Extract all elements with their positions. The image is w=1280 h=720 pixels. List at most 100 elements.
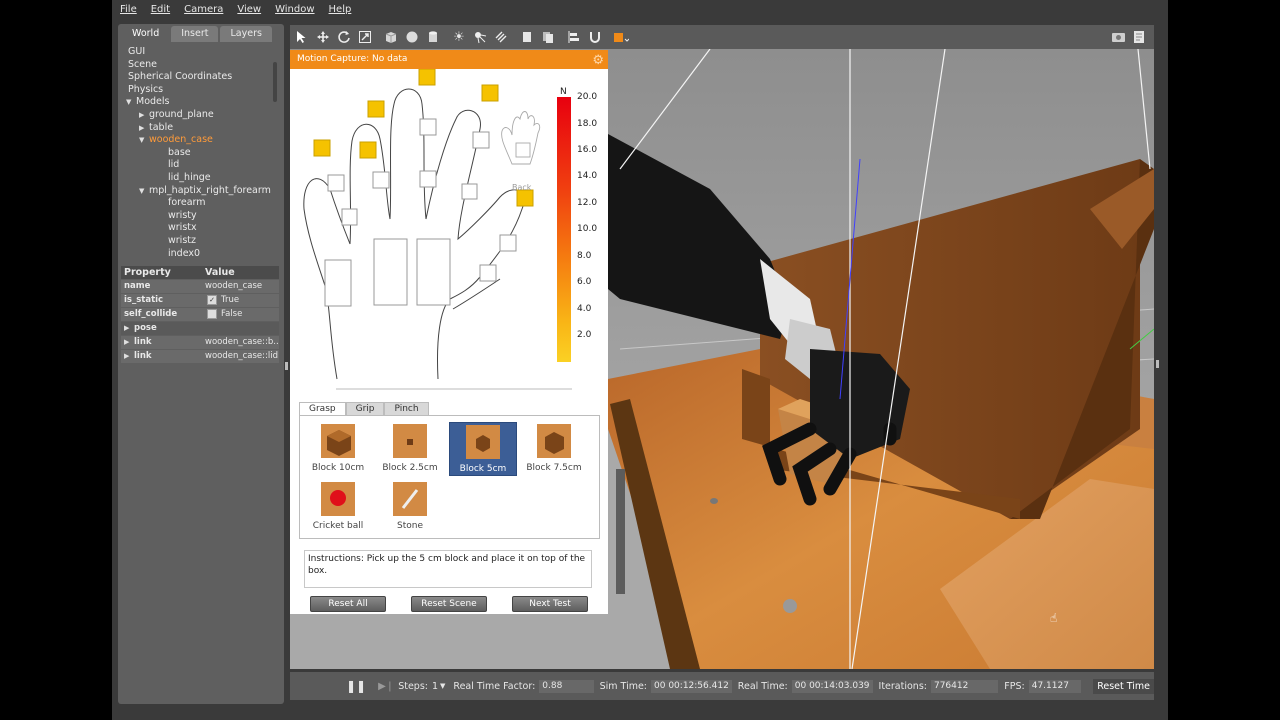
tree-item[interactable]: lid_hinge xyxy=(152,172,211,184)
tree-item[interactable]: ▼ Models xyxy=(126,96,169,108)
tree-item[interactable]: base xyxy=(152,147,191,159)
menu-view[interactable]: View xyxy=(229,4,267,15)
tab-insert[interactable]: Insert xyxy=(171,26,219,42)
tree-item[interactable]: GUI xyxy=(126,46,145,58)
reset-scene-button[interactable]: Reset Scene xyxy=(411,596,487,612)
tab-world[interactable]: World xyxy=(122,26,170,42)
gear-icon[interactable]: ⚙ xyxy=(592,51,604,70)
object-label: Cricket ball xyxy=(312,521,364,531)
expand-arrow-icon[interactable]: ▶ xyxy=(139,109,149,121)
collapse-arrow-icon[interactable]: ▼ xyxy=(126,96,136,108)
property-label: name xyxy=(121,280,202,293)
menubar: File Edit Camera View Window Help xyxy=(112,0,1168,18)
cylinder-shape-icon[interactable] xyxy=(424,28,442,46)
rotate-mode-icon[interactable] xyxy=(335,28,353,46)
legend-tick: 8.0 xyxy=(577,251,592,261)
snap-icon[interactable] xyxy=(586,28,604,46)
property-row-name[interactable]: name wooden_case xyxy=(121,280,279,293)
tree-item[interactable]: ▼ wooden_case xyxy=(139,134,213,146)
legend-tick: 10.0 xyxy=(577,224,598,234)
property-value: wooden_case::b... xyxy=(202,336,279,349)
back-label[interactable]: Back xyxy=(512,183,531,192)
directional-light-icon[interactable] xyxy=(492,28,510,46)
point-light-icon[interactable]: ☀ xyxy=(450,28,468,46)
property-row-link[interactable]: ▶ link wooden_case::b... xyxy=(121,336,279,349)
spot-light-icon[interactable] xyxy=(471,28,489,46)
object-block-7-5cm[interactable]: Block 7.5cm xyxy=(521,422,587,474)
object-block-10cm[interactable]: Block 10cm xyxy=(305,422,371,474)
property-row-is-static[interactable]: is_static ✓ True xyxy=(121,294,279,307)
tree-item-label: wooden_case xyxy=(149,134,213,146)
scale-mode-icon[interactable] xyxy=(356,28,374,46)
legend-tick: 2.0 xyxy=(577,330,592,340)
expand-arrow-icon[interactable]: ▶ xyxy=(139,122,149,134)
tree-item[interactable]: Scene xyxy=(126,59,157,71)
box-shape-icon[interactable] xyxy=(382,28,400,46)
back-hand-icon[interactable] xyxy=(501,111,541,165)
object-block-2-5cm[interactable]: Block 2.5cm xyxy=(377,422,443,474)
view-angle-icon[interactable] xyxy=(612,28,630,46)
left-tabs: World Insert Layers xyxy=(122,26,272,42)
menu-camera[interactable]: Camera xyxy=(176,4,229,15)
reset-all-button[interactable]: Reset All xyxy=(310,596,386,612)
real-time-value: 00 00:14:03.039 xyxy=(791,679,873,693)
screenshot-icon[interactable] xyxy=(1109,28,1127,46)
tab-grasp[interactable]: Grasp xyxy=(299,402,346,416)
property-row-link[interactable]: ▶ link wooden_case::lid xyxy=(121,350,279,363)
log-icon[interactable] xyxy=(1130,28,1148,46)
tab-grip[interactable]: Grip xyxy=(345,402,385,416)
legend-tick: 4.0 xyxy=(577,304,592,314)
tree-item[interactable]: ▶ ground_plane xyxy=(139,109,214,121)
expand-arrow-icon[interactable]: ▶ xyxy=(124,336,134,349)
expand-arrow-icon[interactable]: ▶ xyxy=(124,350,134,363)
expand-arrow-icon[interactable]: ▶ xyxy=(124,322,134,335)
tree-item[interactable]: ▶ table xyxy=(139,122,173,134)
tree-item[interactable]: Physics xyxy=(126,84,163,96)
tree-item[interactable]: ▼ mpl_haptix_right_forearm xyxy=(139,185,271,197)
tree-item[interactable]: Spherical Coordinates xyxy=(126,71,232,83)
tree-item-label: lid xyxy=(168,159,180,171)
tree-item[interactable]: forearm xyxy=(152,197,206,209)
pause-icon[interactable]: ❚❚ xyxy=(346,679,366,693)
property-label: is_static xyxy=(121,294,202,307)
tree-scrollbar[interactable] xyxy=(273,62,277,102)
copy-icon[interactable] xyxy=(518,28,536,46)
tab-layers[interactable]: Layers xyxy=(220,26,272,42)
tree-item[interactable]: lid xyxy=(152,159,179,171)
collapse-arrow-icon[interactable]: ▼ xyxy=(139,185,149,197)
tree-item[interactable]: index0 xyxy=(152,248,200,260)
menu-edit[interactable]: Edit xyxy=(143,4,176,15)
menu-window[interactable]: Window xyxy=(267,4,320,15)
sphere-shape-icon[interactable] xyxy=(403,28,421,46)
property-value[interactable]: wooden_case xyxy=(202,280,279,293)
splitter-handle[interactable] xyxy=(1156,360,1159,368)
splitter-handle[interactable] xyxy=(285,362,288,370)
tab-pinch[interactable]: Pinch xyxy=(384,402,429,416)
menu-help[interactable]: Help xyxy=(321,4,358,15)
reset-time-button[interactable]: Reset Time xyxy=(1093,678,1154,694)
step-icon[interactable]: ▶❘ xyxy=(378,681,394,692)
tree-item[interactable]: wristz xyxy=(152,235,196,247)
is-static-checkbox[interactable]: ✓ xyxy=(207,294,217,305)
block-7-5cm-thumbnail xyxy=(537,424,571,458)
object-cricket-ball[interactable]: Cricket ball xyxy=(305,480,371,532)
object-block-5cm[interactable]: Block 5cm xyxy=(449,422,517,476)
object-stone[interactable]: Stone xyxy=(377,480,443,532)
steps-value[interactable]: 1 xyxy=(432,681,438,692)
property-row-pose[interactable]: ▶ pose xyxy=(121,322,279,335)
tree-item[interactable]: wristy xyxy=(152,210,197,222)
iterations-label: Iterations: xyxy=(878,680,927,692)
property-label: pose xyxy=(134,323,157,333)
property-value: False xyxy=(221,309,243,319)
collapse-arrow-icon[interactable]: ▼ xyxy=(139,134,149,146)
next-test-button[interactable]: Next Test xyxy=(512,596,588,612)
select-mode-icon[interactable] xyxy=(293,28,311,46)
property-row-self-collide[interactable]: self_collide False xyxy=(121,308,279,321)
steps-chevron-down-icon[interactable]: ▼ xyxy=(440,682,445,690)
menu-file[interactable]: File xyxy=(112,4,143,15)
self-collide-checkbox[interactable] xyxy=(207,308,217,319)
align-icon[interactable] xyxy=(565,28,583,46)
tree-item[interactable]: wristx xyxy=(152,222,197,234)
paste-icon[interactable] xyxy=(539,28,557,46)
translate-mode-icon[interactable] xyxy=(314,28,332,46)
